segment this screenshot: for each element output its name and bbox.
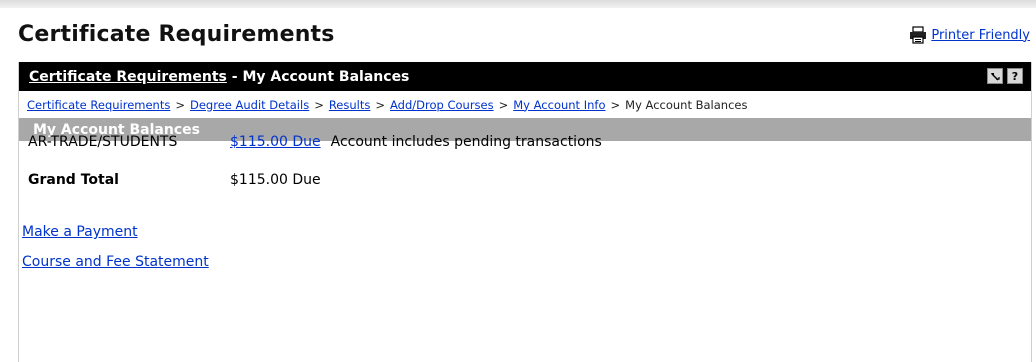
grand-total-label: Grand Total: [28, 172, 119, 188]
breadcrumb-separator: >: [610, 97, 621, 112]
breadcrumb-item-degree-audit-details[interactable]: Degree Audit Details: [190, 98, 309, 112]
account-amount-link[interactable]: $115.00 Due: [230, 134, 321, 150]
header-tools: ?: [987, 68, 1023, 84]
panel-header: Certificate Requirements - My Account Ba…: [19, 62, 1031, 91]
page-title: Certificate Requirements: [18, 22, 335, 47]
breadcrumb-item-results[interactable]: Results: [329, 98, 371, 112]
printer-friendly[interactable]: Printer Friendly: [909, 26, 1030, 44]
breadcrumb-separator: >: [498, 97, 509, 112]
breadcrumb-separator: >: [175, 97, 185, 112]
breadcrumb: Certificate Requirements > Degree Audit …: [19, 91, 1031, 118]
grand-total-row: Grand Total $115.00 Due: [28, 169, 602, 191]
account-balance-row: AR-TRADE/STUDENTS $115.00 Due Account in…: [28, 131, 602, 153]
account-amount: $115.00 Due: [230, 134, 321, 150]
header-separator: -: [226, 68, 243, 85]
grand-total-amount: $115.00 Due: [230, 172, 321, 188]
make-payment-link[interactable]: Make a Payment: [22, 222, 209, 242]
account-panel: Certificate Requirements - My Account Ba…: [18, 62, 1032, 362]
course-fee-statement-link[interactable]: Course and Fee Statement: [22, 252, 209, 272]
breadcrumb-item-certificate-requirements[interactable]: Certificate Requirements: [27, 98, 170, 112]
top-divider: [0, 0, 1036, 8]
breadcrumb-separator: >: [314, 97, 324, 112]
breadcrumb-item-current: My Account Balances: [625, 97, 748, 112]
account-label: AR-TRADE/STUDENTS: [28, 134, 178, 150]
action-links: Make a Payment Course and Fee Statement: [22, 222, 209, 272]
header-current-page: My Account Balances: [242, 68, 410, 85]
breadcrumb-item-add-drop-courses[interactable]: Add/Drop Courses: [390, 98, 494, 112]
header-certificate-link[interactable]: Certificate Requirements: [29, 69, 227, 85]
printer-icon[interactable]: [909, 26, 927, 44]
help-icon[interactable]: ?: [1007, 68, 1023, 84]
account-note: Account includes pending transactions: [330, 134, 602, 150]
balances-table: AR-TRADE/STUDENTS $115.00 Due Account in…: [28, 131, 602, 191]
printer-friendly-link[interactable]: Printer Friendly: [931, 28, 1030, 43]
breadcrumb-separator: >: [375, 97, 385, 112]
link-tool-icon[interactable]: [987, 68, 1003, 84]
breadcrumb-item-my-account-info[interactable]: My Account Info: [513, 98, 605, 112]
